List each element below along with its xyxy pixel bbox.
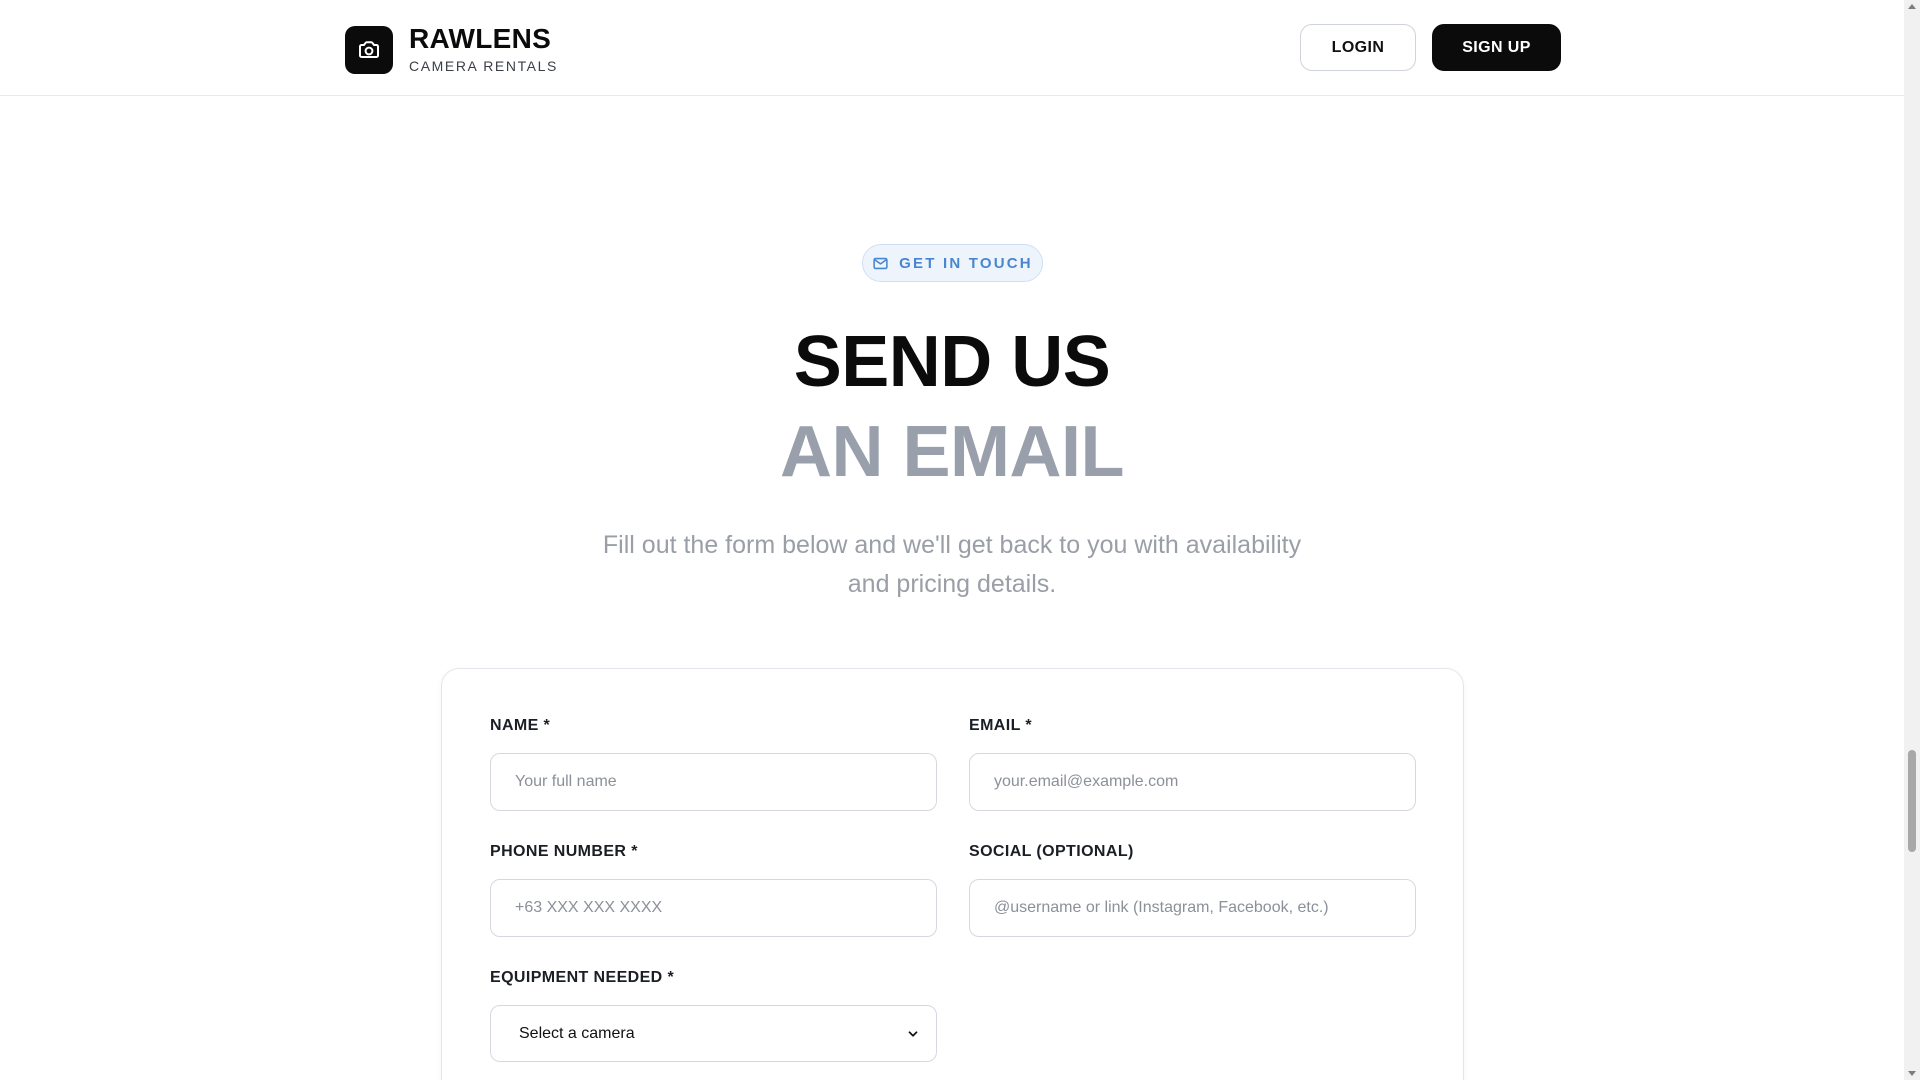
page-title-line-2: AN EMAIL (780, 412, 1124, 492)
mail-icon (873, 257, 888, 269)
browser-viewport: RAWLENS CAMERA RENTALS LOGIN SIGN UP GET… (0, 0, 1920, 1080)
page-title-line-1: SEND US (793, 322, 1111, 402)
equipment-select-value: Select a camera (519, 1024, 635, 1042)
social-input[interactable] (969, 879, 1416, 937)
email-input[interactable] (969, 753, 1416, 811)
page-subtitle: Fill out the form below and we'll get ba… (602, 531, 1302, 598)
scrollbar-thumb[interactable] (1908, 750, 1916, 852)
phone-label: PHONE NUMBER * (490, 843, 638, 860)
phone-input[interactable] (490, 879, 937, 937)
brand-tagline: CAMERA RENTALS (409, 58, 558, 74)
login-button[interactable]: LOGIN (1300, 24, 1416, 71)
badge-label: GET IN TOUCH (899, 254, 1033, 272)
brand[interactable]: RAWLENS CAMERA RENTALS (345, 24, 558, 75)
scroll-down-arrow-icon[interactable] (1908, 1071, 1916, 1076)
name-label: NAME * (490, 717, 551, 734)
email-label: EMAIL * (969, 717, 1032, 734)
brand-name: RAWLENS (409, 23, 552, 54)
scroll-up-arrow-icon[interactable] (1908, 4, 1916, 9)
camera-icon (359, 40, 379, 58)
social-label: SOCIAL (OPTIONAL) (969, 843, 1134, 860)
name-input[interactable] (490, 753, 937, 811)
site-header: RAWLENS CAMERA RENTALS LOGIN SIGN UP (0, 0, 1904, 96)
logo (345, 25, 393, 74)
page-scrollbar[interactable] (1904, 0, 1920, 1080)
get-in-touch-badge: GET IN TOUCH (862, 244, 1043, 282)
signup-button[interactable]: SIGN UP (1432, 24, 1561, 71)
equipment-select[interactable]: Select a camera (490, 1005, 937, 1062)
brand-text: RAWLENS CAMERA RENTALS (409, 24, 558, 75)
contact-form-card: NAME * EMAIL * PHONE NUMBER * SOCIAL (OP… (441, 668, 1464, 1080)
equipment-label: EQUIPMENT NEEDED * (490, 969, 675, 986)
contact-page: RAWLENS CAMERA RENTALS LOGIN SIGN UP GET… (0, 0, 1904, 1080)
chevron-down-icon (908, 1030, 918, 1037)
